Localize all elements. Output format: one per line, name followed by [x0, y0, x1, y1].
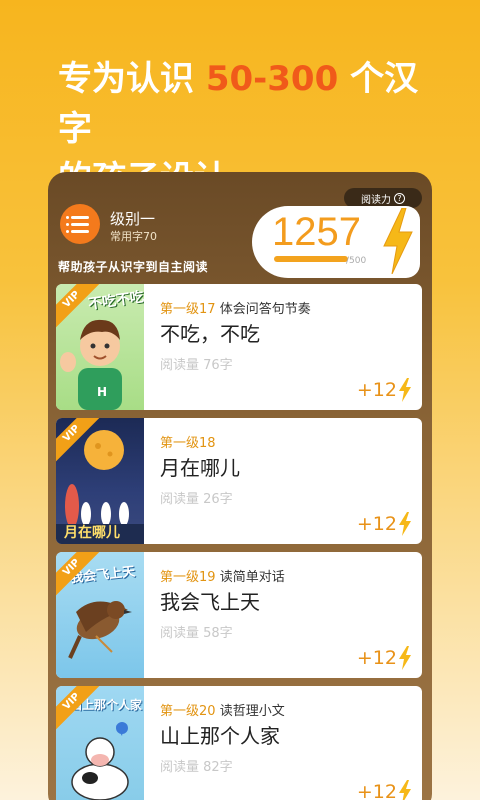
- lightning-icon: [399, 512, 411, 536]
- book-level: 第一级20 读哲理小文: [160, 700, 285, 719]
- book-cover: 我会飞上天 VIP: [56, 552, 144, 678]
- reading-score: 1257: [272, 210, 361, 254]
- headline-highlight: 50-300: [205, 59, 339, 99]
- menu-list-icon[interactable]: [60, 204, 100, 244]
- reward-value: +12: [356, 781, 397, 800]
- lightning-icon: [399, 780, 411, 800]
- book-cover: H 不吃不吃 VIP: [56, 284, 144, 410]
- book-cover: 月在哪儿 VIP: [56, 418, 144, 544]
- book-word-count: 阅读量 58字: [160, 626, 233, 641]
- book-item[interactable]: 山上那个人家 VIP 第一级20 读哲理小文 山上那个人家 阅读量 82字 +1…: [56, 686, 422, 800]
- book-word-count: 阅读量 76字: [160, 358, 233, 373]
- book-item[interactable]: H 不吃不吃 VIP 第一级17 体会问答句节奏 不吃，不吃 阅读量 76字 +…: [56, 284, 422, 410]
- reward-value: +12: [356, 647, 397, 669]
- book-cover: 山上那个人家 VIP: [56, 686, 144, 800]
- headline-prefix: 专为认识: [58, 59, 206, 99]
- reading-power-label: 阅读力: [361, 194, 391, 206]
- book-title: 不吃，不吃: [160, 322, 260, 346]
- reward-value: +12: [356, 379, 397, 401]
- book-title: 山上那个人家: [160, 724, 280, 748]
- book-title: 我会飞上天: [160, 590, 260, 614]
- book-topic: 读哲理小文: [219, 704, 285, 719]
- book-reward: +12: [357, 780, 412, 800]
- book-topic: 读简单对话: [219, 570, 285, 585]
- book-word-count: 阅读量 26字: [160, 492, 233, 507]
- book-reward: +12: [357, 512, 412, 536]
- reading-score-max: /500: [346, 256, 367, 266]
- level-title[interactable]: 级别一: [110, 208, 155, 229]
- lightning-icon: [383, 208, 413, 274]
- book-item[interactable]: 月在哪儿 VIP 第一级18 月在哪儿 阅读量 26字 +12: [56, 418, 422, 544]
- book-reward: +12: [357, 646, 412, 670]
- book-word-count: 阅读量 82字: [160, 760, 233, 775]
- book-topic: 体会问答句节奏: [219, 302, 311, 317]
- book-level-number: 第一级17: [160, 302, 216, 317]
- help-icon[interactable]: ?: [394, 192, 405, 204]
- book-title: 月在哪儿: [160, 456, 240, 480]
- reading-score-box: 1257 /500: [252, 206, 420, 278]
- level-slogan: 帮助孩子从识字到自主阅读: [58, 260, 209, 274]
- book-level-number: 第一级20: [160, 704, 216, 719]
- book-level-number: 第一级19: [160, 570, 216, 585]
- lightning-icon: [399, 646, 411, 670]
- lightning-icon: [399, 378, 411, 402]
- level-subtitle: 常用字70: [110, 230, 157, 243]
- book-level: 第一级18: [160, 432, 216, 451]
- reading-power-tab[interactable]: 阅读力 ?: [344, 188, 422, 208]
- book-level: 第一级19 读简单对话: [160, 566, 285, 585]
- headline-line1: 专为认识 50-300 个汉字: [58, 54, 438, 154]
- book-level-number: 第一级18: [160, 436, 216, 451]
- svg-text:H: H: [97, 385, 107, 399]
- cover-title: 月在哪儿: [64, 525, 120, 541]
- book-reward: +12: [357, 378, 412, 402]
- level-card: 级别一 常用字70 帮助孩子从识字到自主阅读 阅读力 ? 1257 /500 H…: [48, 172, 432, 800]
- reading-progress-bar: [274, 256, 348, 262]
- reward-value: +12: [356, 513, 397, 535]
- book-level: 第一级17 体会问答句节奏: [160, 298, 311, 317]
- book-item[interactable]: 我会飞上天 VIP 第一级19 读简单对话 我会飞上天 阅读量 58字 +12: [56, 552, 422, 678]
